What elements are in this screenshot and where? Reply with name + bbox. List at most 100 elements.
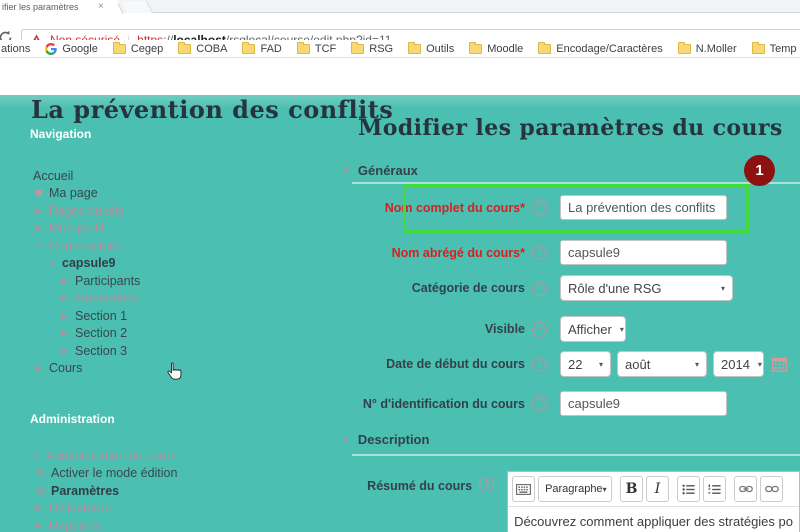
- startdate-year-select[interactable]: 2014 ▾: [713, 351, 764, 377]
- help-icon[interactable]: ?: [532, 281, 547, 296]
- bookmark-item[interactable]: TCF: [297, 43, 336, 55]
- bookmark-item-google[interactable]: Google: [45, 43, 97, 55]
- month-selected-value: août: [625, 357, 650, 372]
- sidebar-item-participants[interactable]: ▶Participants: [30, 272, 335, 290]
- sidebar-item-label: Mon profil: [49, 221, 104, 235]
- help-icon[interactable]: ?: [479, 477, 494, 492]
- browser-toolbar: Non sécurisé | https://localhost/rsgloca…: [0, 13, 800, 40]
- sidebar-item-accueil[interactable]: Accueil: [30, 167, 335, 185]
- sidebar-item-activer-mode-edition[interactable]: ✎Activer le mode édition: [30, 465, 335, 483]
- link-button[interactable]: [734, 476, 757, 502]
- help-icon[interactable]: ?: [532, 322, 547, 337]
- gear-icon: ⚙: [36, 485, 51, 497]
- sidebar-item-section-3[interactable]: ▶Section 3: [30, 342, 335, 360]
- bookmark-label: TCF: [315, 43, 336, 55]
- help-icon[interactable]: ?: [532, 396, 547, 411]
- chevron-down-icon: ▼: [36, 242, 49, 249]
- idnumber-input[interactable]: [560, 391, 727, 416]
- folder-icon: [408, 44, 421, 54]
- day-selected-value: 22: [568, 357, 582, 372]
- summary-label: Résumé du cours: [352, 471, 472, 493]
- new-tab-button[interactable]: [121, 1, 153, 13]
- bullet-list-button[interactable]: [677, 476, 700, 502]
- category-selected-value: Rôle d'une RSG: [568, 281, 662, 296]
- sidebar-item-administration-du-cours[interactable]: ▼Administration du cours: [30, 447, 335, 465]
- bookmark-label: ations: [1, 43, 30, 55]
- editor-toolbar: Paragraphe ▾ B I: [508, 472, 799, 507]
- bookmark-item[interactable]: FAD: [242, 43, 281, 55]
- sidebar-item-rapports[interactable]: ▶Rapports: [30, 517, 335, 532]
- unlink-button[interactable]: [760, 476, 783, 502]
- sidebar-item-label: Ma page: [49, 186, 98, 200]
- bookmark-item[interactable]: Temp: [752, 43, 797, 55]
- bookmark-item[interactable]: Cegep: [113, 43, 163, 55]
- tab-strip: ifier les paramètres ×: [0, 0, 800, 13]
- sidebar-item-section-1[interactable]: ▶Section 1: [30, 307, 335, 325]
- sidebar-item-pages-du-site[interactable]: ▶Pages du site: [30, 202, 335, 220]
- folder-icon: [538, 44, 551, 54]
- category-select[interactable]: Rôle d'une RSG ▾: [560, 275, 733, 301]
- sidebar-item-parametres[interactable]: ⚙Paramètres: [30, 482, 335, 500]
- chevron-right-icon: ▶: [62, 312, 75, 320]
- administration-tree: ▼Administration du cours ✎Activer le mod…: [30, 447, 335, 532]
- sidebar-item-section-2[interactable]: ▶Section 2: [30, 325, 335, 343]
- bookmark-item[interactable]: ations: [1, 43, 30, 55]
- pencil-icon: ✎: [36, 467, 51, 479]
- browser-tab[interactable]: ifier les paramètres ×: [0, 0, 118, 13]
- help-icon[interactable]: ?: [532, 357, 547, 372]
- sidebar-item-ma-page[interactable]: Ma page: [30, 185, 335, 203]
- italic-button[interactable]: I: [646, 476, 669, 502]
- unlink-icon: [765, 485, 779, 493]
- tab-title: ifier les paramètres: [0, 2, 96, 12]
- help-icon[interactable]: ?: [532, 245, 547, 260]
- section-divider: [352, 454, 800, 456]
- startdate-label: Date de début du cours: [352, 357, 525, 371]
- startdate-day-select[interactable]: 22 ▾: [560, 351, 611, 377]
- bold-button[interactable]: B: [620, 476, 643, 502]
- sidebar-item-generalites[interactable]: ▶Généralités: [30, 290, 335, 308]
- sidebar-item-label: Section 1: [75, 309, 127, 323]
- bookmark-item[interactable]: N.Moller: [678, 43, 737, 55]
- idnumber-label: N° d'identification du cours: [352, 397, 525, 411]
- folder-icon: [178, 44, 191, 54]
- editor-content[interactable]: Découvrez comment appliquer des stratégi…: [508, 507, 799, 532]
- bookmark-label: Cegep: [131, 43, 163, 55]
- bookmark-label: Moodle: [487, 43, 523, 55]
- sidebar-item-mon-profil[interactable]: ▶Mon profil: [30, 220, 335, 238]
- sidebar-item-capsule9[interactable]: ▼capsule9: [30, 255, 335, 273]
- bookmark-item[interactable]: COBA: [178, 43, 227, 55]
- chevron-right-icon: ▶: [36, 522, 49, 530]
- visible-select[interactable]: Afficher ▾: [560, 316, 626, 342]
- close-icon[interactable]: ×: [98, 2, 104, 11]
- paragraph-format-select[interactable]: Paragraphe ▾: [538, 476, 612, 502]
- field-row-summary: Résumé du cours ? Paragraphe ▾ B: [352, 471, 800, 532]
- visible-selected-value: Afficher: [568, 322, 612, 337]
- bookmark-item[interactable]: RSG: [351, 43, 393, 55]
- field-row-startdate: Date de début du cours ? 22 ▾ août ▾ 201…: [352, 351, 800, 377]
- caret-down-icon: ▾: [591, 360, 603, 369]
- bookmark-item[interactable]: Encodage/Caractères: [538, 43, 662, 55]
- folder-icon: [297, 44, 310, 54]
- calendar-icon[interactable]: [772, 357, 787, 372]
- bookmark-item[interactable]: Moodle: [469, 43, 523, 55]
- year-selected-value: 2014: [721, 357, 750, 372]
- moodle-page: La prévention des conflits Navigation Ac…: [0, 95, 800, 532]
- mouse-cursor: [165, 362, 184, 383]
- section-description[interactable]: ▼ Description: [342, 432, 429, 447]
- section-generaux[interactable]: ▼ Généraux: [342, 163, 418, 178]
- folder-icon: [678, 44, 691, 54]
- bookmark-item[interactable]: Outils: [408, 43, 454, 55]
- startdate-month-select[interactable]: août ▾: [617, 351, 707, 377]
- sidebar-item-utilisateurs[interactable]: ▶Utilisateurs: [30, 500, 335, 518]
- shortname-input[interactable]: [560, 240, 727, 265]
- sidebar-item-label: capsule9: [62, 256, 116, 270]
- folder-icon: [469, 44, 482, 54]
- toggle-toolbar-button[interactable]: [512, 476, 535, 502]
- numbered-list-button[interactable]: [703, 476, 726, 502]
- chevron-down-icon: ▼: [342, 166, 350, 175]
- square-bullet-icon: [36, 190, 42, 196]
- sidebar-item-cours-actuel[interactable]: ▼Cours actuel: [30, 237, 335, 255]
- chevron-down-icon: ▼: [33, 452, 46, 459]
- bullet-list-icon: [682, 484, 695, 495]
- section-label: Description: [358, 432, 430, 447]
